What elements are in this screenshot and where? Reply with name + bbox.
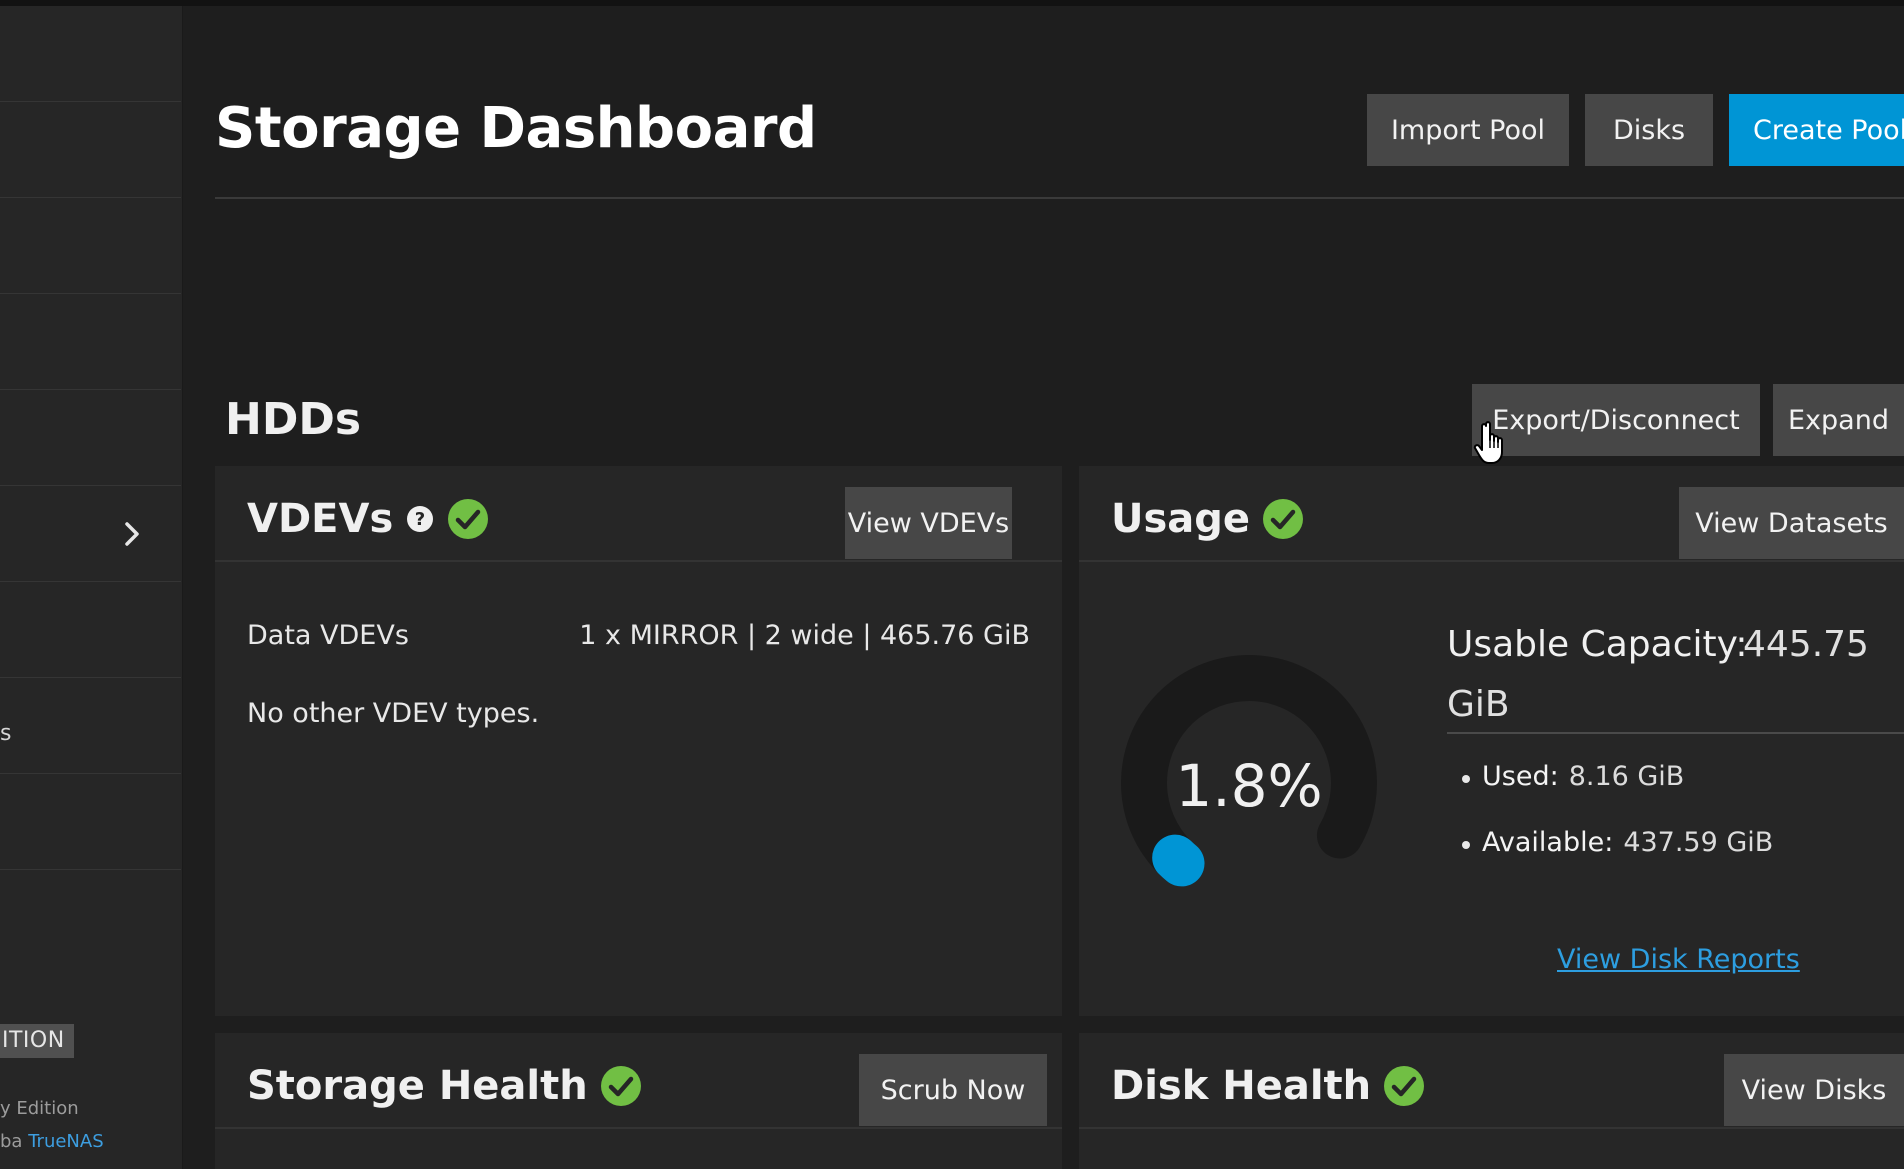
- used-stat: Used: 8.16 GiB: [1461, 761, 1685, 792]
- disk-health-card: Disk Health View Disks: [1079, 1033, 1904, 1169]
- disks-button[interactable]: Disks: [1585, 94, 1713, 166]
- check-circle-icon: [448, 499, 489, 539]
- check-circle-icon: [600, 1066, 641, 1106]
- vdevs-title: VDEVs: [247, 496, 394, 542]
- used-value: 8.16 GiB: [1568, 761, 1685, 792]
- card-title: Usage: [1111, 496, 1304, 542]
- credit-prefix: ba: [0, 1131, 29, 1152]
- available-label: Available:: [1482, 827, 1614, 858]
- sidebar-item[interactable]: [0, 582, 181, 678]
- import-pool-button[interactable]: Import Pool: [1367, 94, 1569, 166]
- top-bar: [0, 0, 1904, 6]
- check-circle-icon: [1263, 499, 1304, 539]
- sidebar-item[interactable]: [0, 102, 181, 198]
- edition-text: y Edition: [0, 1098, 79, 1119]
- view-disk-reports-link[interactable]: View Disk Reports: [1557, 944, 1800, 975]
- chevron-right-icon: [125, 522, 139, 546]
- export-disconnect-button[interactable]: Export/Disconnect: [1472, 384, 1760, 456]
- usage-gauge: 1.8%: [1121, 655, 1377, 887]
- card-header: Disk Health View Disks: [1079, 1033, 1904, 1129]
- header-divider: [215, 197, 1904, 199]
- capacity-divider: [1447, 732, 1904, 734]
- usable-capacity-value: 445.75: [1743, 624, 1869, 665]
- page-title: Storage Dashboard: [215, 96, 817, 161]
- scrub-now-button[interactable]: Scrub Now: [859, 1054, 1047, 1126]
- sidebar-item[interactable]: [0, 294, 181, 390]
- other-vdev-types: No other VDEV types.: [247, 698, 540, 729]
- available-value: 437.59 GiB: [1623, 827, 1774, 858]
- view-disks-button[interactable]: View Disks: [1724, 1054, 1904, 1126]
- sidebar-item[interactable]: [0, 774, 181, 870]
- sidebar-item[interactable]: [0, 198, 181, 294]
- gauge-percent: 1.8%: [1175, 752, 1322, 820]
- card-title: Disk Health: [1111, 1063, 1425, 1109]
- usage-card: Usage View Datasets 1.8% Usable Capacity…: [1079, 466, 1904, 1016]
- vdevs-card: VDEVs ? View VDEVs Data VDEVs 1 x MIRROR…: [215, 466, 1062, 1016]
- data-vdevs-label: Data VDEVs: [247, 620, 409, 651]
- pool-name: HDDs: [225, 394, 362, 445]
- check-circle-icon: [1384, 1066, 1425, 1106]
- data-vdevs-value: 1 x MIRROR | 2 wide | 465.76 GiB: [579, 620, 1030, 651]
- help-icon[interactable]: ?: [405, 504, 435, 534]
- view-datasets-button[interactable]: View Datasets: [1679, 487, 1904, 559]
- storage-health-title: Storage Health: [247, 1063, 588, 1109]
- storage-health-card: Storage Health Scrub Now: [215, 1033, 1062, 1169]
- sidebar-item-expandable[interactable]: [0, 486, 181, 582]
- card-title: Storage Health: [247, 1063, 642, 1109]
- card-header: Storage Health Scrub Now: [215, 1033, 1062, 1129]
- view-vdevs-button[interactable]: View VDEVs: [845, 487, 1012, 559]
- sidebar-item[interactable]: [0, 6, 181, 102]
- expand-button[interactable]: Expand: [1773, 384, 1904, 456]
- usable-capacity-label: Usable Capacity:: [1447, 624, 1748, 665]
- create-pool-button[interactable]: Create Pool: [1729, 94, 1904, 166]
- sidebar-item[interactable]: [0, 678, 181, 774]
- truenas-link[interactable]: TrueNAS: [28, 1131, 103, 1152]
- sidebar-item[interactable]: [0, 390, 181, 486]
- card-title: VDEVs ?: [247, 496, 489, 542]
- used-label: Used:: [1482, 761, 1559, 792]
- svg-text:?: ?: [415, 509, 425, 530]
- available-stat: Available: 437.59 GiB: [1461, 827, 1774, 858]
- edition-badge: ITION: [0, 1024, 74, 1058]
- card-header: Usage View Datasets: [1079, 466, 1904, 562]
- disk-health-title: Disk Health: [1111, 1063, 1372, 1109]
- gauge-fill: [1152, 834, 1205, 887]
- card-header: VDEVs ? View VDEVs: [215, 466, 1062, 562]
- usage-title: Usage: [1111, 496, 1251, 542]
- usable-capacity-unit: GiB: [1447, 684, 1510, 725]
- sidebar-item-label: s: [0, 721, 12, 746]
- sidebar: s ITION y Edition ba TrueNAS: [0, 6, 183, 1169]
- credit-text: ba TrueNAS: [0, 1131, 104, 1152]
